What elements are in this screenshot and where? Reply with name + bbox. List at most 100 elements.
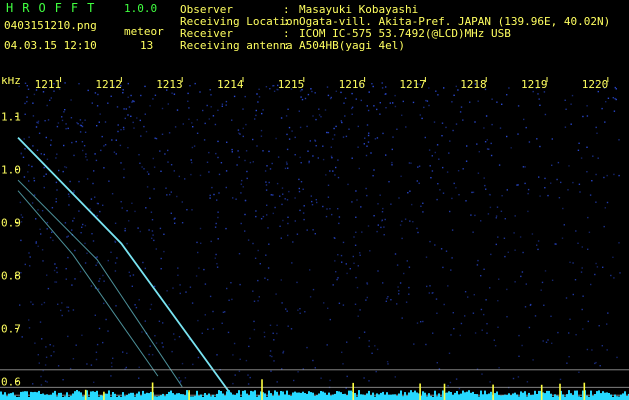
noise-pixel	[578, 142, 580, 144]
baseline-bar	[456, 391, 458, 400]
noise-pixel	[138, 366, 140, 368]
noise-pixel	[368, 345, 370, 348]
noise-pixel	[524, 306, 527, 308]
interference-spike	[492, 384, 494, 400]
noise-pixel	[151, 354, 154, 356]
noise-pixel	[404, 218, 407, 220]
noise-pixel	[441, 122, 444, 124]
noise-pixel	[569, 318, 571, 320]
noise-pixel	[62, 170, 64, 173]
baseline-bar	[132, 392, 134, 400]
baseline-bar	[356, 396, 358, 400]
noise-pixel	[405, 126, 407, 128]
noise-pixel	[382, 132, 384, 135]
noise-pixel	[39, 228, 41, 230]
baseline-bar	[482, 394, 484, 400]
noise-pixel	[99, 210, 101, 213]
noise-pixel	[46, 274, 48, 276]
noise-pixel	[257, 300, 259, 302]
baseline-bar	[48, 395, 50, 400]
noise-pixel	[225, 170, 228, 172]
noise-pixel	[71, 141, 73, 144]
baseline-bar	[34, 391, 36, 400]
noise-pixel	[459, 334, 461, 337]
baseline-bar	[274, 390, 276, 400]
noise-pixel	[185, 291, 187, 293]
noise-pixel	[242, 127, 244, 130]
baseline-bar	[370, 395, 372, 400]
baseline-bar	[218, 390, 220, 400]
noise-pixel	[134, 210, 136, 213]
noise-pixel	[527, 188, 530, 191]
baseline-bar	[592, 395, 594, 400]
baseline-bar	[498, 395, 500, 400]
noise-pixel	[332, 284, 334, 286]
baseline-bar	[322, 391, 324, 400]
noise-pixel	[95, 351, 98, 353]
noise-pixel	[564, 99, 566, 101]
noise-pixel	[521, 344, 523, 347]
noise-pixel	[294, 220, 296, 222]
noise-pixel	[324, 109, 327, 111]
baseline-bar	[440, 396, 442, 400]
noise-pixel	[144, 113, 146, 115]
baseline-bar	[208, 393, 210, 400]
noise-pixel	[337, 159, 339, 161]
noise-pixel	[267, 267, 270, 269]
noise-pixel	[359, 309, 361, 311]
noise-pixel	[542, 340, 544, 342]
noise-pixel	[476, 143, 478, 145]
noise-pixel	[29, 265, 31, 267]
noise-pixel	[204, 314, 206, 316]
noise-pixel	[306, 346, 308, 349]
noise-pixel	[143, 125, 145, 128]
baseline-bar	[94, 391, 96, 400]
noise-pixel	[150, 211, 153, 213]
noise-pixel	[152, 234, 154, 236]
noise-pixel	[524, 166, 526, 168]
noise-pixel	[34, 342, 36, 344]
baseline-bar	[162, 393, 164, 400]
noise-pixel	[586, 115, 589, 117]
baseline-bar	[410, 390, 412, 400]
noise-pixel	[69, 367, 72, 370]
baseline-bar	[578, 396, 580, 400]
noise-pixel	[452, 312, 454, 314]
noise-pixel	[165, 187, 167, 189]
noise-pixel	[196, 119, 198, 121]
noise-pixel	[438, 158, 440, 160]
noise-pixel	[264, 277, 266, 279]
baseline-bar	[56, 396, 58, 400]
baseline-bar	[334, 393, 336, 400]
noise-pixel	[385, 300, 387, 302]
baseline-bar	[150, 391, 152, 400]
noise-pixel	[337, 277, 339, 279]
noise-pixel	[132, 274, 135, 276]
baseline-bar	[38, 390, 40, 400]
noise-pixel	[399, 224, 402, 226]
noise-pixel	[26, 100, 28, 103]
interference-spike	[583, 382, 586, 400]
noise-pixel	[235, 198, 237, 200]
baseline-bar	[536, 394, 538, 400]
noise-pixel	[474, 332, 477, 334]
noise-pixel	[159, 150, 161, 152]
baseline-bar	[268, 390, 270, 400]
noise-pixel	[330, 155, 333, 157]
noise-pixel	[49, 99, 51, 101]
noise-pixel	[186, 209, 188, 211]
noise-pixel	[565, 297, 568, 299]
noise-pixel	[212, 115, 215, 117]
noise-pixel	[279, 195, 281, 197]
noise-pixel	[126, 352, 128, 354]
noise-pixel	[95, 159, 98, 162]
noise-pixel	[496, 101, 498, 103]
noise-pixel	[543, 91, 546, 93]
noise-pixel	[486, 332, 488, 334]
noise-pixel	[471, 191, 473, 194]
noise-pixel	[110, 95, 112, 97]
noise-pixel	[160, 257, 162, 260]
noise-pixel	[359, 252, 361, 254]
noise-pixel	[312, 288, 315, 291]
y-axis-unit: kHz	[1, 77, 21, 87]
